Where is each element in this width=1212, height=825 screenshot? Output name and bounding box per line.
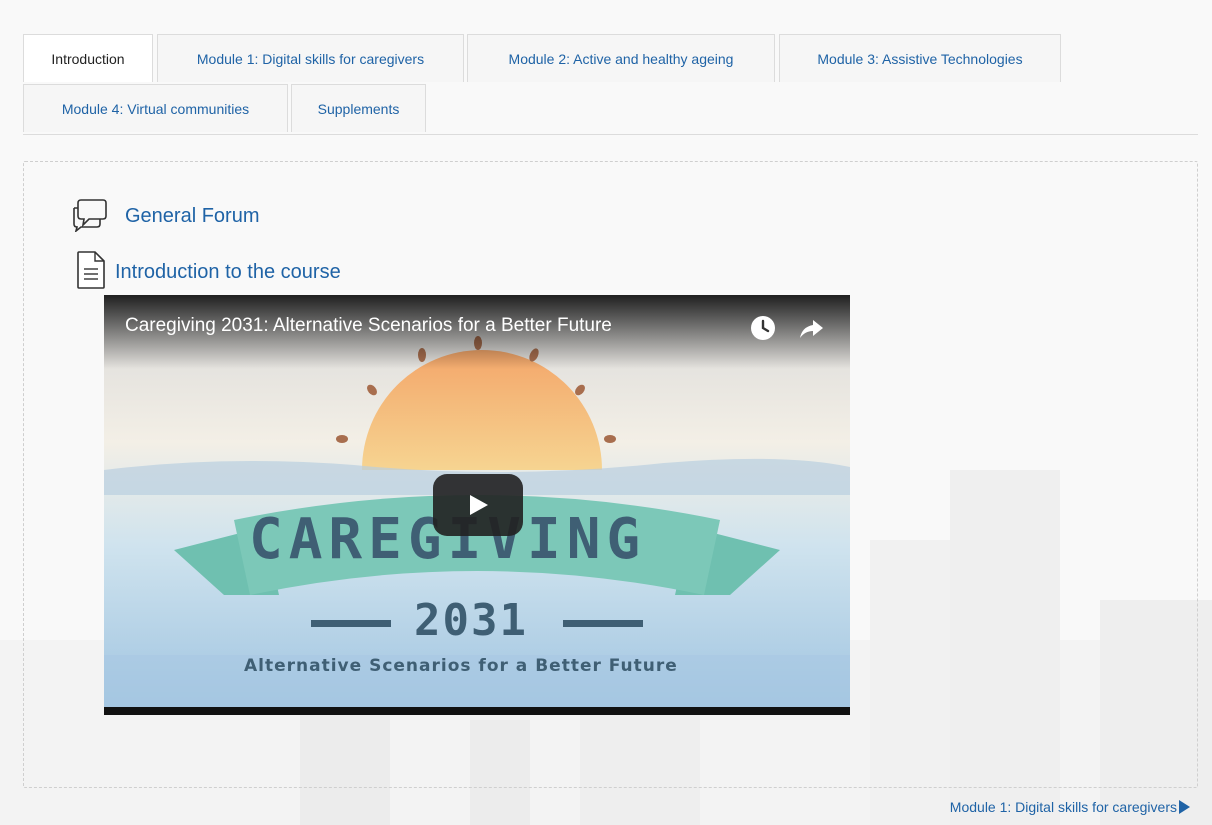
next-section-label: Module 1: Digital skills for caregivers xyxy=(949,799,1177,815)
arrow-right-icon xyxy=(1179,800,1190,814)
tab-module-2[interactable]: Module 2: Active and healthy ageing xyxy=(467,34,775,82)
forum-icon xyxy=(71,196,117,237)
thumbnail-year: 2031 xyxy=(414,595,528,646)
activity-introduction[interactable]: Introduction to the course xyxy=(75,250,341,295)
activity-label: General Forum xyxy=(125,205,260,227)
tab-module-4[interactable]: Module 4: Virtual communities xyxy=(23,84,288,132)
section-tabs: Introduction Module 1: Digital skills fo… xyxy=(23,34,1198,135)
next-section-link[interactable]: Module 1: Digital skills for caregivers xyxy=(950,799,1190,815)
video-title[interactable]: Caregiving 2031: Alternative Scenarios f… xyxy=(125,315,612,337)
play-icon xyxy=(470,495,488,515)
tab-introduction[interactable]: Introduction xyxy=(23,34,153,82)
embedded-video[interactable]: CAREGIVING 2031 Alternative Scenarios fo… xyxy=(104,295,850,715)
activity-general-forum[interactable]: General Forum xyxy=(71,196,260,237)
share-icon[interactable] xyxy=(797,316,825,342)
tab-module-3[interactable]: Module 3: Assistive Technologies xyxy=(779,34,1061,82)
activity-label: Introduction to the course xyxy=(115,261,341,283)
thumbnail-subtitle: Alternative Scenarios for a Better Futur… xyxy=(244,656,678,676)
play-button[interactable] xyxy=(433,474,523,536)
tab-supplements[interactable]: Supplements xyxy=(291,84,426,132)
tab-module-1[interactable]: Module 1: Digital skills for caregivers xyxy=(157,34,464,82)
watch-later-icon[interactable] xyxy=(749,314,777,342)
page-icon xyxy=(75,250,107,295)
